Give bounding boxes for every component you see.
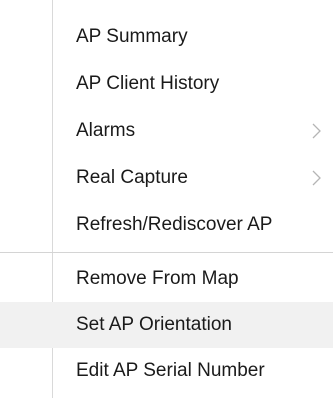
chevron-right-icon bbox=[309, 154, 323, 201]
context-menu: AP Summary AP Client History Alarms Real… bbox=[0, 0, 333, 398]
menu-item-label: AP Summary bbox=[76, 26, 188, 47]
menu-item-remove-from-map[interactable]: Remove From Map bbox=[0, 256, 333, 302]
menu-item-label: Refresh/Rediscover AP bbox=[76, 214, 273, 235]
menu-item-refresh-rediscover-ap[interactable]: Refresh/Rediscover AP bbox=[0, 201, 333, 248]
chevron-right-icon bbox=[309, 107, 323, 154]
menu-group-map-actions: Remove From Map Set AP Orientation Edit … bbox=[0, 256, 333, 394]
menu-item-label: Real Capture bbox=[76, 167, 188, 188]
menu-item-set-ap-orientation[interactable]: Set AP Orientation bbox=[0, 302, 333, 348]
menu-item-label: Set AP Orientation bbox=[76, 314, 232, 335]
menu-group-ap-actions: AP Summary AP Client History Alarms Real… bbox=[0, 13, 333, 248]
menu-item-ap-summary[interactable]: AP Summary bbox=[0, 13, 333, 60]
menu-item-ap-client-history[interactable]: AP Client History bbox=[0, 60, 333, 107]
menu-item-label: Alarms bbox=[76, 120, 136, 141]
menu-item-label: Edit AP Serial Number bbox=[76, 360, 265, 381]
menu-item-edit-ap-serial-number[interactable]: Edit AP Serial Number bbox=[0, 348, 333, 394]
menu-item-label: AP Client History bbox=[76, 73, 220, 94]
menu-item-real-capture[interactable]: Real Capture bbox=[0, 154, 333, 201]
menu-separator bbox=[0, 252, 333, 253]
menu-item-label: Remove From Map bbox=[76, 268, 239, 289]
menu-item-alarms[interactable]: Alarms bbox=[0, 107, 333, 154]
